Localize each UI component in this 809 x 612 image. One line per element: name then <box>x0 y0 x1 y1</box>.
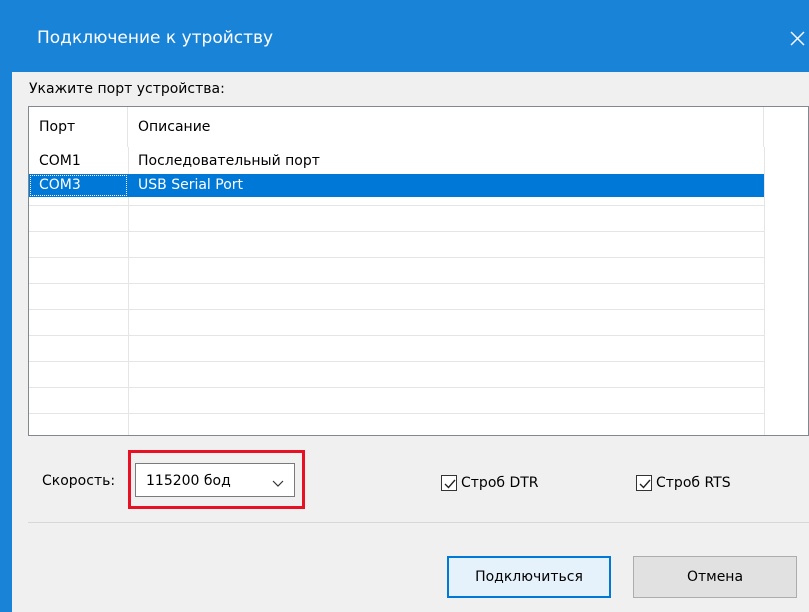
window-title: Подключение к утройству <box>37 28 274 48</box>
column-header-description[interactable]: Описание <box>128 107 764 147</box>
cancel-button[interactable]: Отмена <box>633 556 797 598</box>
dtr-checkbox-label: Строб DTR <box>461 475 539 491</box>
port-cell: COM1 <box>39 153 81 169</box>
column-header-port[interactable]: Порт <box>29 107 128 147</box>
description-cell: USB Serial Port <box>138 177 244 193</box>
checkbox-checked-icon <box>441 475 457 491</box>
connect-button[interactable]: Подключиться <box>447 556 611 598</box>
rts-checkbox-label: Строб RTS <box>656 475 731 491</box>
separator <box>28 522 809 523</box>
speed-select[interactable]: 115200 бод <box>135 463 295 497</box>
port-row-selected[interactable]: COM3 USB Serial Port <box>29 174 764 197</box>
dtr-checkbox[interactable]: Строб DTR <box>441 473 561 493</box>
description-cell: Последовательный порт <box>138 153 320 169</box>
rts-checkbox[interactable]: Строб RTS <box>636 473 756 493</box>
checkbox-checked-icon <box>636 475 652 491</box>
speed-label: Скорость: <box>42 473 116 489</box>
ports-list[interactable]: Порт Описание COM1 Последовательный порт… <box>28 106 809 436</box>
close-icon[interactable] <box>786 26 809 50</box>
chevron-down-icon <box>272 476 284 492</box>
port-prompt-label: Укажите порт устройства: <box>29 81 225 97</box>
title-bar: Подключение к утройству <box>0 0 809 72</box>
speed-select-value: 115200 бод <box>146 473 231 489</box>
port-row[interactable]: COM1 Последовательный порт <box>29 150 764 173</box>
window-frame-left <box>0 72 12 612</box>
port-cell: COM3 <box>29 174 128 197</box>
ports-list-header: Порт Описание <box>29 107 764 147</box>
column-header-filler <box>764 107 808 147</box>
